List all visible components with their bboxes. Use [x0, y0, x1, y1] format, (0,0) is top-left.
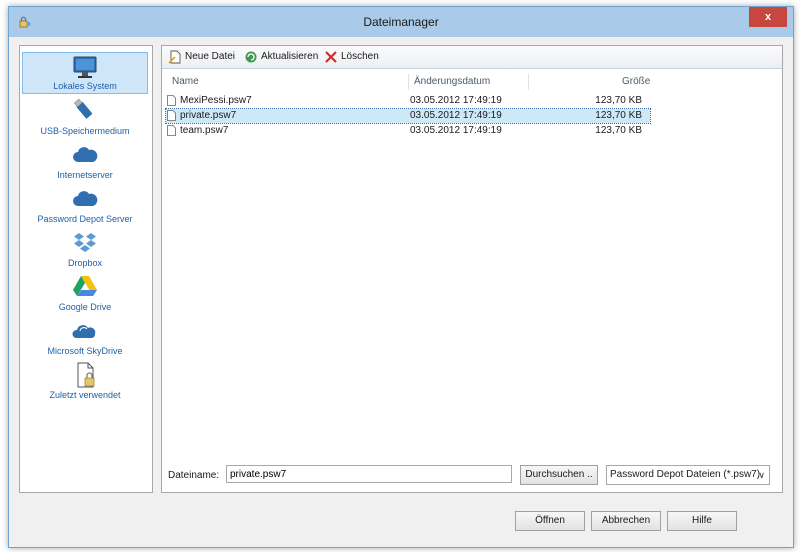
delete-label: Löschen — [341, 51, 379, 62]
file-name: team.psw7 — [180, 125, 229, 136]
file-type-selected: Password Depot Dateien (*.psw7) — [610, 469, 761, 480]
cloud-icon — [73, 147, 98, 162]
usb-stick-icon — [73, 98, 93, 119]
file-size: 123,70 KB — [595, 125, 642, 136]
sidebar-item-password-depot-server[interactable]: Password Depot Server — [22, 184, 148, 226]
file-type-select[interactable]: Password Depot Dateien (*.psw7) ∨ — [606, 465, 770, 485]
chevron-down-icon: ∨ — [758, 470, 765, 480]
cloud-icon — [73, 191, 98, 206]
sidebar-item-local-system[interactable]: Lokales System — [22, 52, 148, 94]
close-button[interactable]: x — [749, 7, 787, 27]
skydrive-icon — [72, 325, 96, 338]
sidebar-item-label: Password Depot Server — [37, 214, 133, 224]
help-button[interactable]: Hilfe — [667, 511, 737, 531]
file-icon — [167, 110, 176, 121]
sidebar-item-label: USB-Speichermedium — [40, 126, 130, 136]
table-row[interactable]: MexiPessi.psw7 03.05.2012 17:49:19 123,7… — [166, 94, 650, 108]
sidebar-item-recent[interactable]: Zuletzt verwendet — [22, 360, 148, 402]
column-separator — [408, 74, 409, 90]
sidebar-item-label: Zuletzt verwendet — [49, 390, 121, 400]
delete-button[interactable]: Löschen — [324, 50, 379, 64]
column-header-name[interactable]: Name — [172, 74, 199, 90]
dropbox-icon — [74, 233, 96, 252]
table-row[interactable]: team.psw7 03.05.2012 17:49:19 123,70 KB — [166, 124, 650, 138]
sidebar-item-dropbox[interactable]: Dropbox — [22, 228, 148, 270]
open-button[interactable]: Öffnen — [515, 511, 585, 531]
file-icon — [167, 125, 176, 136]
file-name: MexiPessi.psw7 — [180, 95, 252, 106]
dialog-window: Dateimanager x Lokales System USB-Speich… — [8, 6, 794, 548]
filename-label: Dateiname: — [168, 470, 220, 481]
browse-button[interactable]: Durchsuchen .. — [520, 465, 598, 485]
dialog-client: Lokales System USB-Speichermedium Intern… — [15, 37, 787, 541]
sidebar-item-label: Microsoft SkyDrive — [47, 346, 123, 356]
title-bar: Dateimanager x — [9, 7, 793, 37]
delete-icon — [325, 51, 337, 63]
window-title: Dateimanager — [363, 15, 439, 29]
table-row-selected[interactable]: private.psw7 03.05.2012 17:49:19 123,70 … — [165, 108, 651, 124]
toolbar: Neue Datei Aktualisieren Löschen — [162, 46, 782, 69]
refresh-button[interactable]: Aktualisieren — [244, 50, 318, 64]
cancel-button[interactable]: Abbrechen — [591, 511, 661, 531]
sidebar-item-skydrive[interactable]: Microsoft SkyDrive — [22, 316, 148, 358]
file-date: 03.05.2012 17:49:19 — [410, 110, 502, 121]
file-date: 03.05.2012 17:49:19 — [410, 125, 502, 136]
new-file-icon — [168, 50, 181, 64]
column-header-size[interactable]: Größe — [622, 74, 650, 90]
file-size: 123,70 KB — [595, 95, 642, 106]
location-sidebar: Lokales System USB-Speichermedium Intern… — [19, 45, 153, 493]
sidebar-item-label: Internetserver — [57, 170, 113, 180]
refresh-icon — [245, 51, 257, 63]
filename-input[interactable] — [226, 465, 512, 483]
file-size: 123,70 KB — [595, 110, 642, 121]
sidebar-item-label: Dropbox — [67, 258, 103, 268]
refresh-label: Aktualisieren — [261, 51, 319, 62]
new-file-label: Neue Datei — [185, 51, 236, 62]
recent-file-icon — [77, 362, 95, 388]
file-icon — [167, 95, 176, 106]
file-list-panel: Neue Datei Aktualisieren Löschen Name Än… — [161, 45, 783, 493]
column-separator — [528, 74, 529, 90]
column-header-date[interactable]: Änderungsdatum — [414, 74, 490, 90]
google-drive-icon — [73, 276, 97, 296]
sidebar-item-usb[interactable]: USB-Speichermedium — [22, 96, 148, 138]
monitor-icon — [73, 56, 97, 78]
file-name: private.psw7 — [180, 110, 237, 121]
sidebar-item-label: Google Drive — [58, 302, 112, 312]
sidebar-item-internet-server[interactable]: Internetserver — [22, 140, 148, 182]
sidebar-item-label: Lokales System — [53, 81, 117, 91]
file-date: 03.05.2012 17:49:19 — [410, 95, 502, 106]
new-file-button[interactable]: Neue Datei — [168, 50, 235, 64]
sidebar-item-google-drive[interactable]: Google Drive — [22, 272, 148, 314]
